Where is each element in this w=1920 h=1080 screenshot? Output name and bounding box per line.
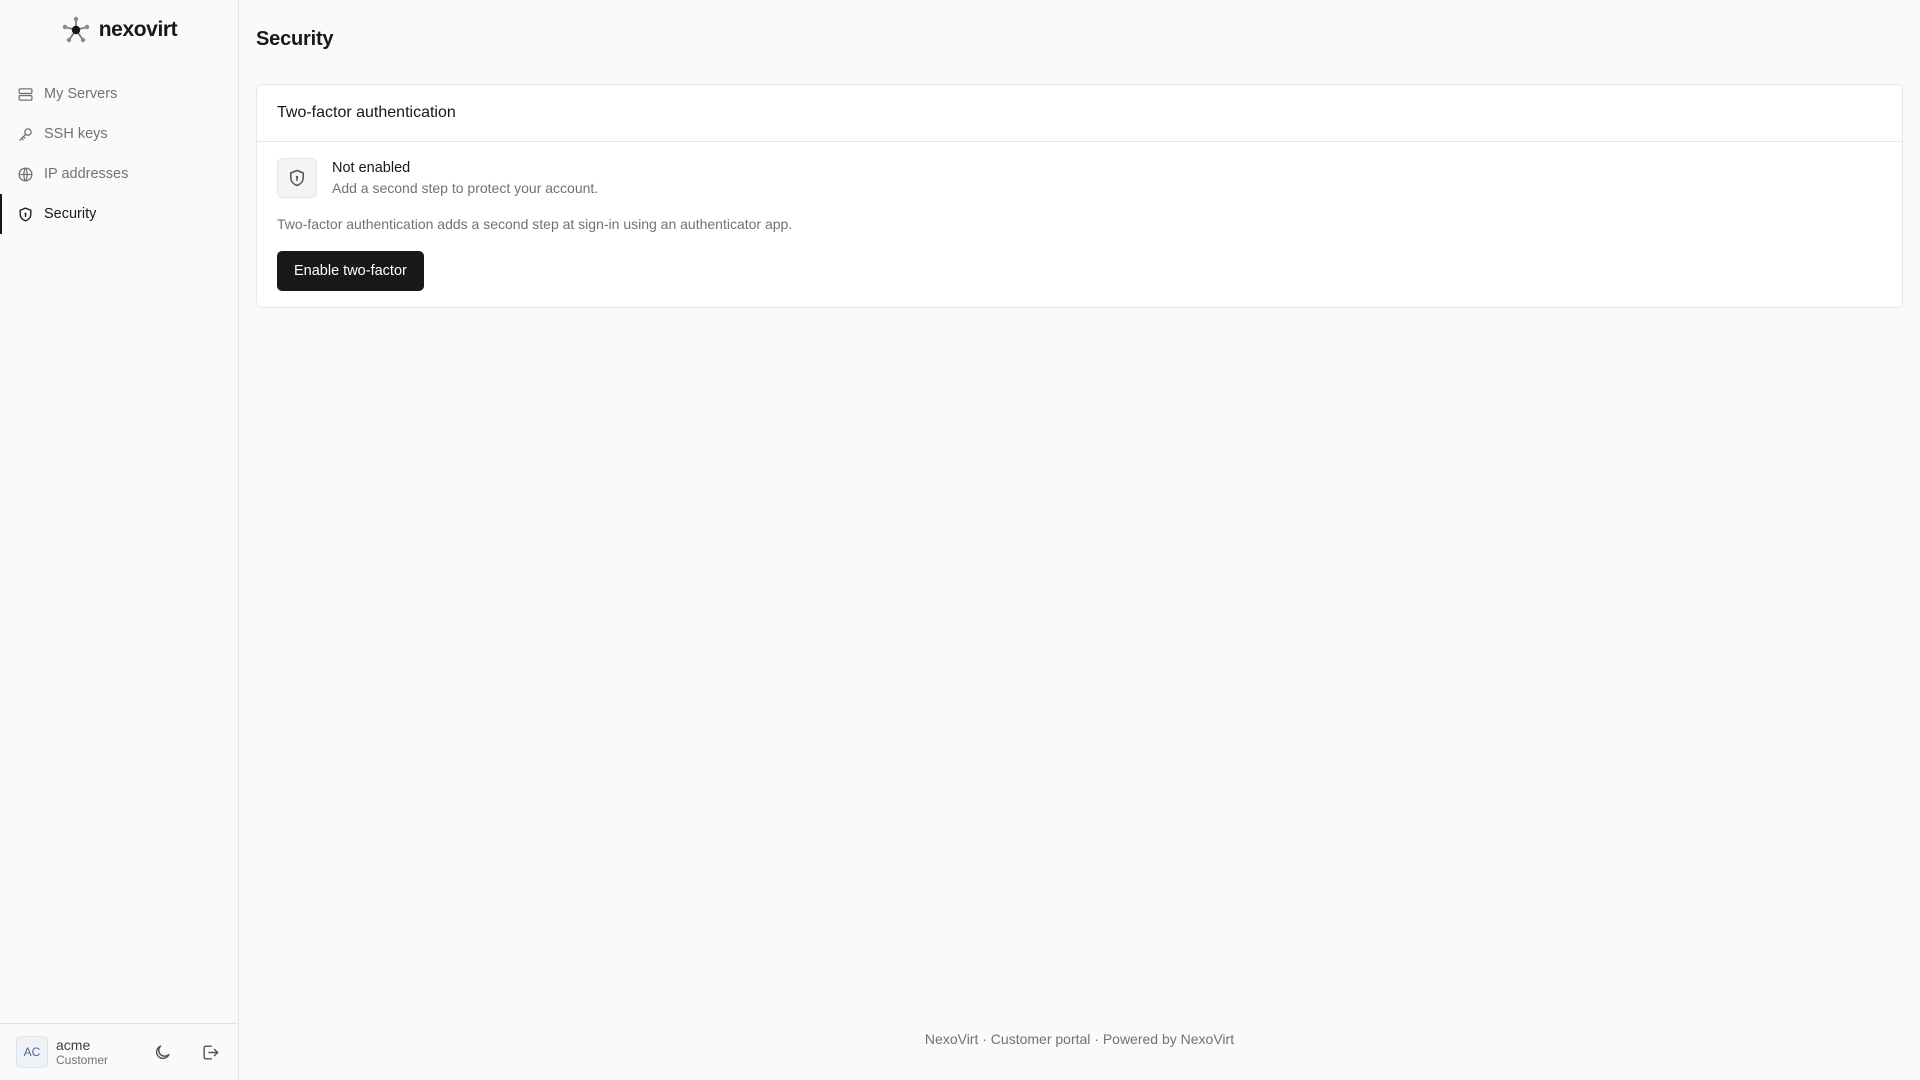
- sidebar-nav: My Servers SSH keys IP addresses Securit…: [0, 74, 238, 234]
- footer: NexoVirt · Customer portal · Powered by …: [924, 1031, 1235, 1047]
- sidebar-item-label: IP addresses: [44, 166, 129, 182]
- status-title: Not enabled: [332, 160, 411, 176]
- sidebar-item-label: Security: [44, 206, 97, 222]
- logout-icon[interactable]: [199, 1041, 221, 1063]
- server-icon: [17, 86, 34, 103]
- two-factor-description: Two-factor authentication adds a second …: [277, 216, 793, 232]
- brand-name: nexovirt: [98, 18, 178, 41]
- two-factor-card: Two-factor authentication Not enabled Ad…: [256, 84, 1903, 308]
- main-content: Security Two-factor authentication Not e…: [239, 0, 1920, 1080]
- globe-icon: [17, 166, 34, 183]
- sidebar-item-ssh-keys[interactable]: SSH keys: [0, 114, 238, 154]
- sidebar-item-my-servers[interactable]: My Servers: [0, 74, 238, 114]
- status-row: Not enabled Add a second step to protect…: [277, 158, 1882, 198]
- avatar[interactable]: AC: [16, 1036, 48, 1068]
- sidebar-item-security[interactable]: Security: [0, 194, 238, 234]
- sidebar-item-label: My Servers: [44, 86, 118, 102]
- key-icon: [17, 126, 34, 143]
- user-meta: acme Customer: [56, 1037, 108, 1068]
- user-bar: AC acme Customer: [0, 1023, 238, 1080]
- sidebar-item-ip-addresses[interactable]: IP addresses: [0, 154, 238, 194]
- shield-icon: [17, 206, 34, 223]
- card-title: Two-factor authentication: [257, 85, 1902, 142]
- user-role: Customer: [56, 1052, 109, 1067]
- card-body: Not enabled Add a second step to protect…: [257, 142, 1902, 307]
- sidebar-item-label: SSH keys: [44, 126, 108, 142]
- app-root: nexovirt My Servers SSH keys IP addresse…: [0, 0, 1920, 1080]
- status-text: Not enabled Add a second step to protect…: [332, 158, 598, 198]
- moon-icon[interactable]: [151, 1041, 173, 1063]
- enable-two-factor-button[interactable]: Enable two-factor: [277, 251, 424, 291]
- shield-icon: [277, 158, 317, 198]
- network-nodes-icon: [61, 15, 91, 45]
- page-title: Security: [256, 28, 334, 50]
- status-subtitle: Add a second step to protect your accoun…: [332, 180, 599, 196]
- sidebar: nexovirt My Servers SSH keys IP addresse…: [0, 0, 239, 1080]
- user-name: acme: [56, 1036, 91, 1053]
- brand[interactable]: nexovirt: [0, 0, 238, 60]
